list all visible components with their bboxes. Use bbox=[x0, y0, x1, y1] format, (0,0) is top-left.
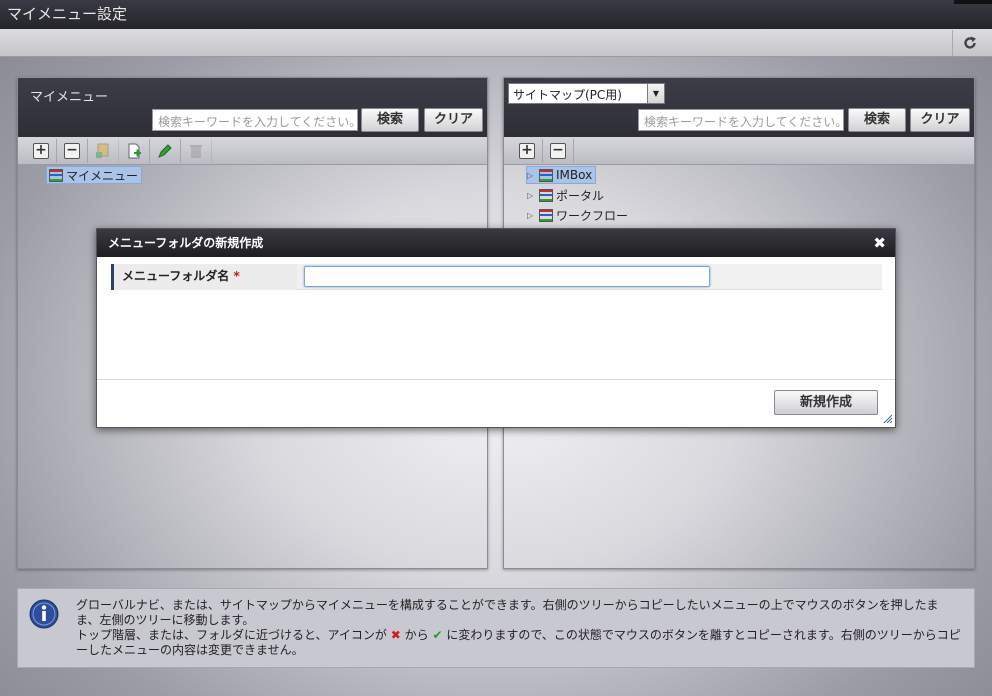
collapse-all-button[interactable]: − bbox=[543, 138, 574, 163]
search-input[interactable]: 検索キーワードを入力してください。 bbox=[152, 109, 358, 131]
sitemap-select-value: サイトマップ(PC用) bbox=[513, 88, 622, 102]
tree-node-label: マイメニュー bbox=[66, 168, 139, 183]
search-button[interactable]: 検索 bbox=[361, 108, 419, 132]
folder-name-label-text: メニューフォルダ名 bbox=[122, 269, 230, 283]
tree-node-workflow[interactable]: ▷ ワークフロー bbox=[527, 206, 628, 224]
window-title: マイメニュー設定 bbox=[7, 5, 128, 23]
expand-arrow-icon[interactable]: ▷ bbox=[527, 171, 537, 180]
clear-button[interactable]: クリア bbox=[424, 108, 483, 132]
tree-node-portal[interactable]: ▷ ポータル bbox=[527, 186, 604, 204]
info-box: グローバルナビ、または、サイトマップからマイメニューを構成することができます。右… bbox=[17, 588, 975, 668]
info-line-2-part-b: から bbox=[404, 628, 429, 642]
add-folder-icon bbox=[96, 143, 109, 158]
edit-button[interactable] bbox=[150, 138, 181, 163]
dialog-header: メニューフォルダの新規作成 ✖ bbox=[97, 229, 895, 257]
menu-node-icon bbox=[539, 188, 553, 202]
tree-node-label: ポータル bbox=[556, 188, 605, 203]
close-icon[interactable]: ✖ bbox=[873, 229, 886, 257]
expand-all-button[interactable]: + bbox=[512, 138, 543, 163]
titlebar-corner bbox=[954, 0, 992, 4]
tree-toolbar: + − bbox=[18, 137, 487, 165]
add-item-button[interactable] bbox=[119, 138, 150, 163]
dialog-footer-divider bbox=[97, 379, 895, 380]
remove-icon: − bbox=[64, 142, 80, 159]
new-folder-dialog: メニューフォルダの新規作成 ✖ メニューフォルダ名 * 新規作成 bbox=[96, 228, 896, 428]
sitemap-panel-header: サイトマップ(PC用) ▼ 検索キーワードを入力してください。 検索 クリア bbox=[504, 78, 974, 137]
clear-button[interactable]: クリア bbox=[910, 108, 970, 132]
info-icon bbox=[29, 599, 59, 629]
tree-node-my-menu[interactable]: マイメニュー bbox=[46, 166, 143, 184]
info-line-2: トップ階層、または、フォルダに近づけると、アイコンが ✖ から ✔ に変わります… bbox=[76, 628, 961, 658]
info-text: グローバルナビ、または、サイトマップからマイメニューを構成することができます。右… bbox=[76, 598, 961, 658]
window-titlebar: マイメニュー設定 bbox=[0, 0, 992, 29]
add-folder-button[interactable] bbox=[88, 138, 119, 163]
info-line-2-part-a: トップ階層、または、フォルダに近づけると、アイコンが bbox=[76, 628, 387, 642]
info-line-1: グローバルナビ、または、サイトマップからマイメニューを構成することができます。右… bbox=[76, 598, 939, 627]
my-menu-panel-header: マイメニュー 検索キーワードを入力してください。 検索 クリア bbox=[18, 78, 487, 137]
panel-title: マイメニュー bbox=[30, 90, 109, 105]
add-icon: + bbox=[33, 142, 49, 159]
folder-name-row: メニューフォルダ名 * bbox=[111, 264, 882, 290]
tree-toolbar: + − bbox=[504, 137, 974, 165]
chevron-down-icon: ▼ bbox=[647, 84, 664, 103]
top-toolbar bbox=[0, 29, 992, 57]
resize-grip-icon[interactable] bbox=[882, 413, 892, 423]
delete-icon bbox=[190, 144, 202, 158]
expand-all-icon: + bbox=[519, 142, 535, 159]
sitemap-select[interactable]: サイトマップ(PC用) ▼ bbox=[508, 83, 665, 104]
delete-button[interactable] bbox=[181, 138, 212, 163]
check-icon: ✔ bbox=[432, 628, 443, 642]
reload-button[interactable] bbox=[952, 30, 986, 56]
create-button[interactable]: 新規作成 bbox=[774, 390, 878, 415]
menu-node-icon bbox=[539, 208, 553, 222]
cross-icon: ✖ bbox=[390, 628, 401, 642]
add-button[interactable]: + bbox=[26, 138, 57, 163]
dialog-title: メニューフォルダの新規作成 bbox=[108, 236, 264, 250]
menu-node-icon bbox=[49, 168, 63, 182]
tree-node-imbox[interactable]: ▷ IMBox bbox=[526, 166, 597, 184]
tree-node-label: IMBox bbox=[556, 168, 593, 182]
remove-button[interactable]: − bbox=[57, 138, 88, 163]
expand-arrow-icon[interactable]: ▷ bbox=[527, 191, 537, 200]
tree-node-label: ワークフロー bbox=[556, 208, 629, 223]
add-item-icon bbox=[128, 143, 141, 158]
reload-icon bbox=[963, 36, 976, 49]
menu-node-icon bbox=[539, 168, 553, 182]
search-button[interactable]: 検索 bbox=[848, 108, 906, 132]
required-mark: * bbox=[233, 269, 240, 283]
collapse-all-icon: − bbox=[550, 142, 566, 159]
search-input[interactable]: 検索キーワードを入力してください。 bbox=[638, 109, 844, 131]
folder-name-input[interactable] bbox=[304, 266, 710, 287]
expand-arrow-icon[interactable]: ▷ bbox=[527, 211, 537, 220]
folder-name-label: メニューフォルダ名 * bbox=[111, 264, 297, 290]
edit-icon bbox=[158, 143, 172, 158]
